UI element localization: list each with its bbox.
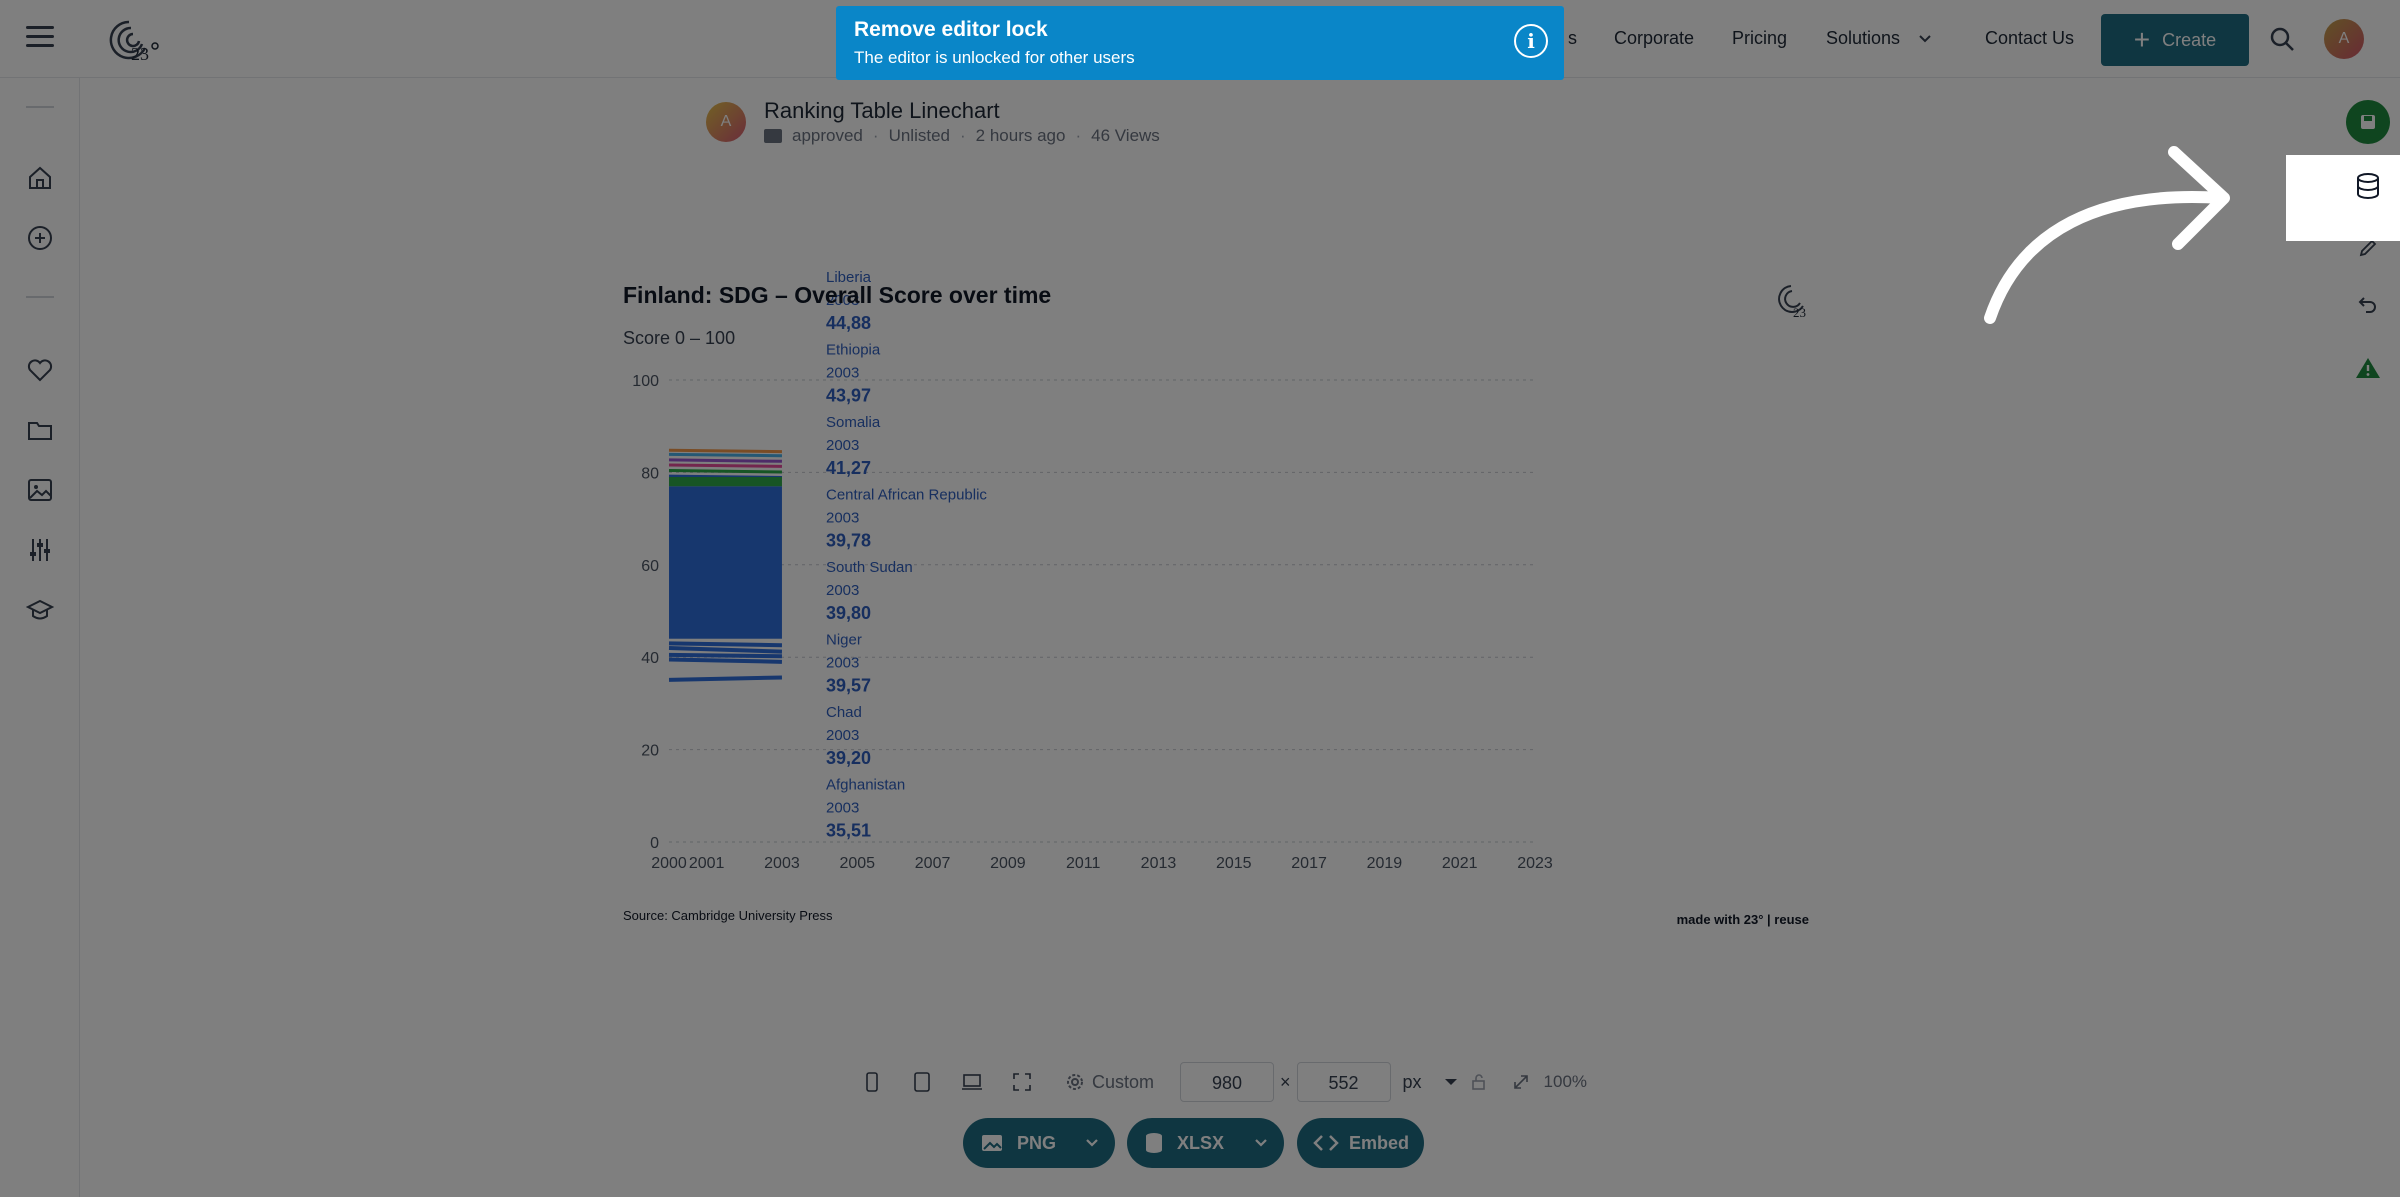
tutorial-arrow — [1984, 146, 2230, 324]
toast-title: Remove editor lock — [854, 18, 1048, 41]
editor-lock-toast[interactable]: Remove editor lock The editor is unlocke… — [836, 6, 1564, 80]
info-icon[interactable]: i — [1514, 24, 1548, 58]
database-icon — [2357, 173, 2379, 199]
toast-message: The editor is unlocked for other users — [854, 48, 1135, 67]
data-button[interactable] — [2346, 164, 2390, 208]
